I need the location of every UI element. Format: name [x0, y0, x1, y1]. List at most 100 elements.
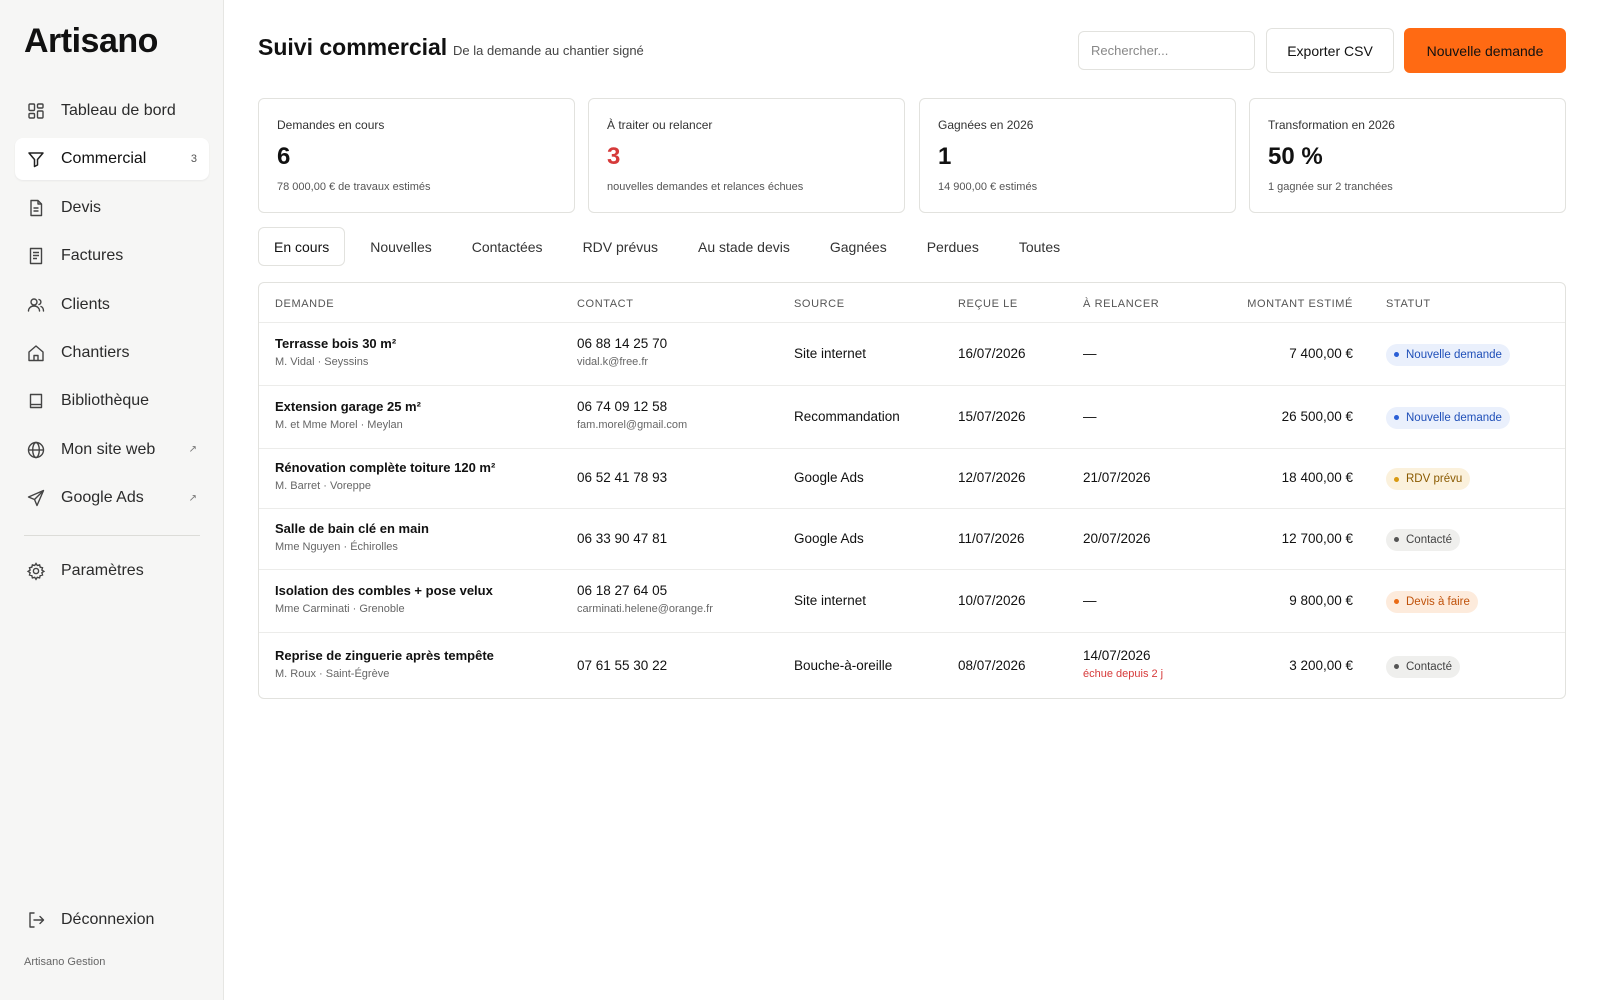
column-header-source: Source — [794, 298, 845, 310]
status-cell: Nouvelle demande — [1386, 406, 1510, 429]
contact-phone: 06 18 27 64 05 — [577, 582, 668, 598]
followup-cell: — — [1083, 346, 1097, 361]
table-row[interactable]: Reprise de zinguerie après tempête M. Rou… — [259, 633, 1565, 698]
amount-value: 12 700,00 € — [1281, 530, 1353, 546]
sidebar-item-factures[interactable]: Factures — [15, 235, 209, 277]
amount-cell: 18 400,00 € — [1217, 470, 1353, 485]
kpi-sub: 14 900,00 € estimés — [938, 181, 1038, 193]
kpi-value: 6 — [277, 143, 291, 170]
table-row[interactable]: Salle de bain clé en main Mme Nguyen · Éc… — [259, 509, 1565, 570]
tab-gagnees[interactable]: Gagnées — [815, 227, 902, 266]
sidebar-item-google-ads[interactable]: Google Ads ↗ — [15, 477, 209, 519]
received-date: 11/07/2026 — [958, 530, 1025, 546]
status-badge: Contacté — [1386, 528, 1461, 551]
received-date: 16/07/2026 — [958, 345, 1026, 361]
sidebar-item-label: Factures — [61, 247, 124, 265]
received-cell: 08/07/2026 — [958, 658, 1026, 673]
kpi-sub: nouvelles demandes et relances échues — [607, 181, 804, 193]
logout-label: Déconnexion — [61, 911, 155, 928]
request-title: Extension garage 25 m² — [275, 398, 421, 414]
kpi-card-a-traiter: À traiter ou relancer 3 nouvelles demand… — [588, 98, 905, 213]
amount-value: 7 400,00 € — [1289, 345, 1353, 361]
status-tabs: En cours Nouvelles Contactées RDV prévus… — [258, 227, 1085, 266]
column-header-statut: Statut — [1386, 298, 1431, 310]
column-header-a-relancer: À relancer — [1083, 298, 1160, 310]
receipt-icon — [26, 246, 46, 266]
followup-cell: 14/07/2026 échue depuis 2 j — [1083, 648, 1163, 680]
sidebar-item-commercial[interactable]: Commercial 3 — [15, 138, 209, 181]
received-date: 12/07/2026 — [958, 470, 1026, 485]
amount-cell: 9 800,00 € — [1217, 593, 1353, 608]
column-header-recue-le: Reçue le — [958, 298, 1018, 310]
kpi-value: 3 — [607, 143, 621, 170]
request-title: Salle de bain clé en main — [275, 520, 429, 536]
status-cell: Devis à faire — [1386, 590, 1478, 613]
request-cell: Reprise de zinguerie après tempête M. Rou… — [275, 648, 494, 680]
request-title: Terrasse bois 30 m² — [275, 335, 397, 351]
request-cell: Terrasse bois 30 m² M. Vidal · Seyssins — [275, 336, 396, 368]
table-row[interactable]: Rénovation complète toiture 120 m² M. Bar… — [259, 449, 1565, 509]
tab-au-stade-devis[interactable]: Au stade devis — [683, 227, 805, 266]
sidebar-item-parametres[interactable]: Paramètres — [15, 550, 209, 592]
contact-phone: 06 33 90 47 81 — [577, 530, 668, 546]
sidebar-item-chantiers[interactable]: Chantiers — [15, 332, 209, 374]
table-header: Demande Contact Source Reçue le À relanc… — [259, 283, 1565, 323]
kpi-card-demandes-en-cours: Demandes en cours 6 78 000,00 € de trava… — [258, 98, 575, 213]
logout-button[interactable]: Déconnexion — [15, 899, 209, 941]
table-row[interactable]: Terrasse bois 30 m² M. Vidal · Seyssins 06… — [259, 323, 1565, 386]
app-logo[interactable]: Artisano — [24, 22, 158, 61]
amount-value: 26 500,00 € — [1281, 408, 1353, 424]
sidebar-item-bibliotheque[interactable]: Bibliothèque — [15, 380, 209, 422]
sidebar-item-devis[interactable]: Devis — [15, 187, 209, 229]
received-cell: 16/07/2026 — [958, 346, 1026, 361]
status-label: RDV prévu — [1406, 473, 1463, 485]
footer-brand: Artisano Gestion — [24, 956, 106, 968]
tab-rdv-prevus[interactable]: RDV prévus — [568, 227, 673, 266]
kpi-sub: 78 000,00 € de travaux estimés — [277, 181, 431, 193]
tab-en-cours[interactable]: En cours — [258, 227, 346, 266]
request-title: Isolation des combles + pose velux — [275, 582, 493, 598]
column-header-contact: Contact — [577, 298, 634, 310]
status-cell: Contacté — [1386, 528, 1461, 551]
sidebar-item-mon-site-web[interactable]: Mon site web ↗ — [15, 429, 209, 471]
logout-group: Déconnexion — [15, 899, 209, 947]
new-request-button[interactable]: Nouvelle demande — [1404, 28, 1566, 73]
search-input[interactable] — [1078, 31, 1255, 70]
export-csv-button[interactable]: Exporter CSV — [1266, 28, 1394, 73]
sidebar-item-clients[interactable]: Clients — [15, 284, 209, 326]
followup-cell: — — [1083, 409, 1097, 424]
status-badge: Nouvelle demande — [1386, 343, 1510, 366]
table-row[interactable]: Isolation des combles + pose velux Mme Ca… — [259, 570, 1565, 633]
followup-date: — — [1083, 345, 1097, 361]
amount-cell: 3 200,00 € — [1217, 658, 1353, 673]
column-header-montant: Montant estimé — [1247, 298, 1353, 310]
column-header-demande: Demande — [275, 298, 335, 310]
received-date: 10/07/2026 — [958, 592, 1026, 608]
sidebar-item-label: Google Ads — [61, 489, 144, 507]
status-badge: Contacté — [1386, 655, 1461, 678]
followup-date: 20/07/2026 — [1083, 530, 1151, 546]
request-client: Mme Carminati · Grenoble — [275, 602, 405, 615]
contact-cell: 06 52 41 78 93 — [577, 470, 667, 485]
followup-date: 21/07/2026 — [1083, 470, 1151, 485]
amount-cell: 12 700,00 € — [1217, 531, 1353, 546]
tab-contactees[interactable]: Contactées — [457, 227, 558, 266]
document-icon — [26, 198, 46, 218]
status-badge: Devis à faire — [1386, 590, 1478, 613]
tab-toutes[interactable]: Toutes — [1004, 227, 1075, 266]
source-value: Site internet — [794, 345, 867, 361]
sidebar-item-tableau-de-bord[interactable]: Tableau de bord — [15, 90, 209, 132]
home-icon — [26, 343, 46, 363]
gear-icon — [26, 561, 46, 581]
contact-cell: 06 74 09 12 58 fam.morel@gmail.com — [577, 399, 687, 431]
table-row[interactable]: Extension garage 25 m² M. et Mme Morel · … — [259, 386, 1565, 449]
sidebar-divider — [24, 535, 200, 536]
received-date: 08/07/2026 — [958, 657, 1026, 673]
tab-nouvelles[interactable]: Nouvelles — [355, 227, 446, 266]
source-cell: Recommandation — [794, 409, 900, 424]
kpi-card-gagnees: Gagnées en 2026 1 14 900,00 € estimés — [919, 98, 1236, 213]
status-label: Devis à faire — [1406, 595, 1470, 608]
tab-perdues[interactable]: Perdues — [912, 227, 994, 266]
followup-cell: 20/07/2026 — [1083, 531, 1151, 546]
amount-value: 18 400,00 € — [1281, 470, 1353, 485]
